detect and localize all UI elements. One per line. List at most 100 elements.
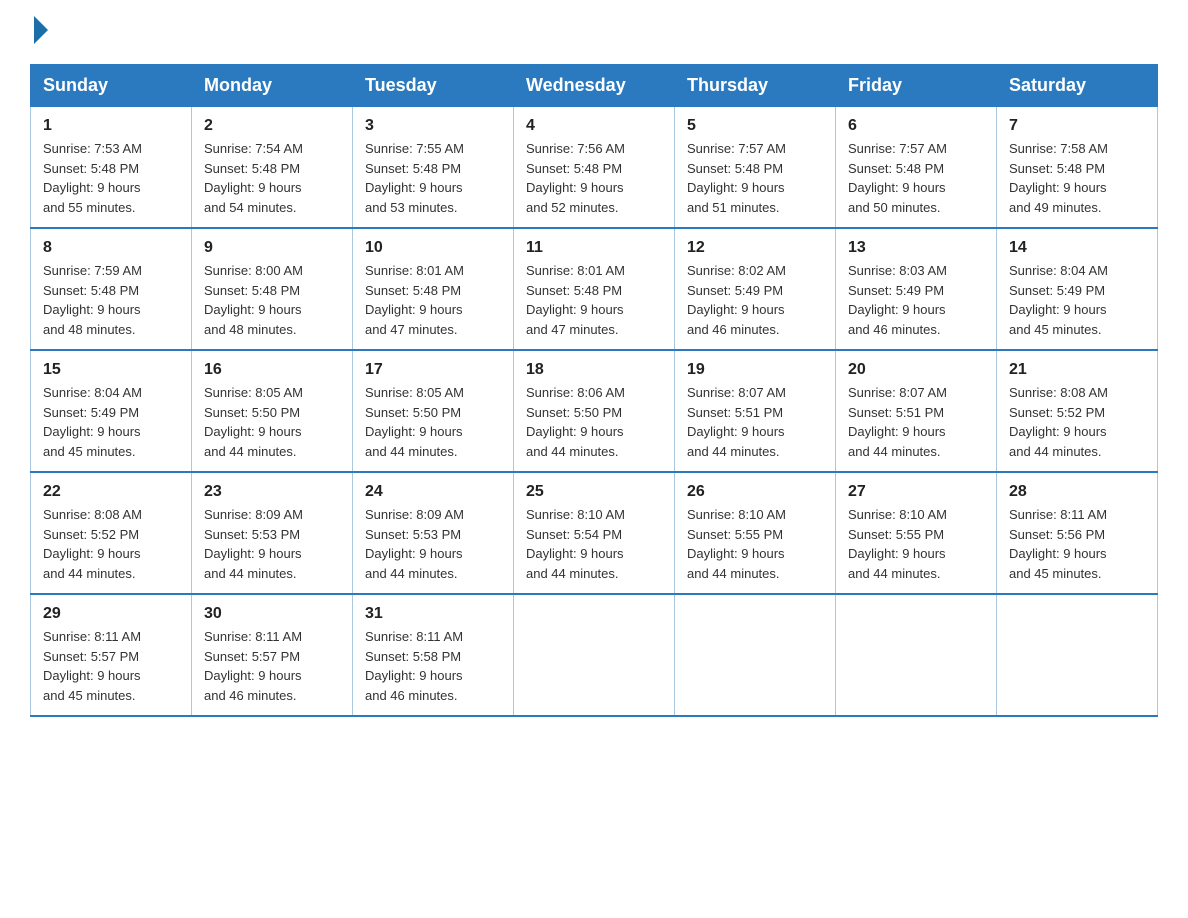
day-number: 1 [43,117,179,135]
calendar-cell: 21 Sunrise: 8:08 AMSunset: 5:52 PMDayligh… [997,350,1158,472]
calendar-cell: 15Sunrise: 8:04 AMSunset: 5:49 PMDayligh… [31,350,192,472]
day-number: 12 [687,239,823,257]
day-number: 5 [687,117,823,135]
week-row-3: 15Sunrise: 8:04 AMSunset: 5:49 PMDayligh… [31,350,1158,472]
calendar-cell: 23 Sunrise: 8:09 AMSunset: 5:53 PMDayligh… [192,472,353,594]
calendar-header: SundayMondayTuesdayWednesdayThursdayFrid… [31,65,1158,107]
calendar-cell: 28 Sunrise: 8:11 AMSunset: 5:56 PMDayligh… [997,472,1158,594]
calendar-cell: 31 Sunrise: 8:11 AMSunset: 5:58 PMDayligh… [353,594,514,716]
calendar-cell: 12 Sunrise: 8:02 AMSunset: 5:49 PMDayligh… [675,228,836,350]
day-number: 7 [1009,117,1145,135]
calendar-cell: 29Sunrise: 8:11 AMSunset: 5:57 PMDayligh… [31,594,192,716]
calendar-cell: 8 Sunrise: 7:59 AMSunset: 5:48 PMDaylight… [31,228,192,350]
day-number: 13 [848,239,984,257]
day-number: 16 [204,361,340,379]
header-friday: Friday [836,65,997,107]
day-number: 9 [204,239,340,257]
day-info: Sunrise: 8:00 AMSunset: 5:48 PMDaylight:… [204,261,340,339]
header-saturday: Saturday [997,65,1158,107]
calendar-cell [836,594,997,716]
day-info: Sunrise: 8:07 AMSunset: 5:51 PMDaylight:… [687,383,823,461]
day-info: Sunrise: 7:56 AMSunset: 5:48 PMDaylight:… [526,139,662,217]
day-number: 23 [204,483,340,501]
calendar-cell: 2 Sunrise: 7:54 AMSunset: 5:48 PMDaylight… [192,107,353,229]
day-info: Sunrise: 8:08 AMSunset: 5:52 PMDaylight:… [43,505,179,583]
day-info: Sunrise: 8:08 AMSunset: 5:52 PMDaylight:… [1009,383,1145,461]
day-info: Sunrise: 8:02 AMSunset: 5:49 PMDaylight:… [687,261,823,339]
calendar-cell: 25 Sunrise: 8:10 AMSunset: 5:54 PMDayligh… [514,472,675,594]
week-row-5: 29Sunrise: 8:11 AMSunset: 5:57 PMDayligh… [31,594,1158,716]
day-info: Sunrise: 8:11 AMSunset: 5:58 PMDaylight:… [365,627,501,705]
calendar-cell [675,594,836,716]
day-number: 20 [848,361,984,379]
calendar-cell: 30 Sunrise: 8:11 AMSunset: 5:57 PMDayligh… [192,594,353,716]
calendar-cell: 22 Sunrise: 8:08 AMSunset: 5:52 PMDayligh… [31,472,192,594]
day-info: Sunrise: 7:54 AMSunset: 5:48 PMDaylight:… [204,139,340,217]
calendar-cell: 18 Sunrise: 8:06 AMSunset: 5:50 PMDayligh… [514,350,675,472]
day-number: 27 [848,483,984,501]
day-number: 30 [204,605,340,623]
day-info: Sunrise: 8:06 AMSunset: 5:50 PMDaylight:… [526,383,662,461]
day-number: 21 [1009,361,1145,379]
day-info: Sunrise: 8:10 AMSunset: 5:54 PMDaylight:… [526,505,662,583]
calendar-cell: 24Sunrise: 8:09 AMSunset: 5:53 PMDayligh… [353,472,514,594]
day-number: 25 [526,483,662,501]
calendar-cell: 3 Sunrise: 7:55 AMSunset: 5:48 PMDaylight… [353,107,514,229]
day-info: Sunrise: 8:04 AMSunset: 5:49 PMDaylight:… [43,383,179,461]
day-info: Sunrise: 7:59 AMSunset: 5:48 PMDaylight:… [43,261,179,339]
header-row: SundayMondayTuesdayWednesdayThursdayFrid… [31,65,1158,107]
day-number: 18 [526,361,662,379]
header-wednesday: Wednesday [514,65,675,107]
day-info: Sunrise: 8:09 AMSunset: 5:53 PMDaylight:… [204,505,340,583]
day-number: 8 [43,239,179,257]
week-row-2: 8 Sunrise: 7:59 AMSunset: 5:48 PMDaylight… [31,228,1158,350]
calendar-cell: 4Sunrise: 7:56 AMSunset: 5:48 PMDaylight… [514,107,675,229]
day-number: 10 [365,239,501,257]
calendar-cell [514,594,675,716]
day-info: Sunrise: 8:04 AMSunset: 5:49 PMDaylight:… [1009,261,1145,339]
calendar-cell: 6 Sunrise: 7:57 AMSunset: 5:48 PMDaylight… [836,107,997,229]
day-number: 11 [526,239,662,257]
day-info: Sunrise: 8:07 AMSunset: 5:51 PMDaylight:… [848,383,984,461]
day-info: Sunrise: 7:58 AMSunset: 5:48 PMDaylight:… [1009,139,1145,217]
day-info: Sunrise: 8:05 AMSunset: 5:50 PMDaylight:… [365,383,501,461]
day-info: Sunrise: 8:11 AMSunset: 5:57 PMDaylight:… [204,627,340,705]
day-info: Sunrise: 8:01 AMSunset: 5:48 PMDaylight:… [526,261,662,339]
day-number: 2 [204,117,340,135]
day-info: Sunrise: 8:11 AMSunset: 5:57 PMDaylight:… [43,627,179,705]
day-number: 22 [43,483,179,501]
day-info: Sunrise: 8:03 AMSunset: 5:49 PMDaylight:… [848,261,984,339]
day-number: 19 [687,361,823,379]
calendar-cell: 26 Sunrise: 8:10 AMSunset: 5:55 PMDayligh… [675,472,836,594]
calendar-cell: 14 Sunrise: 8:04 AMSunset: 5:49 PMDayligh… [997,228,1158,350]
day-info: Sunrise: 8:10 AMSunset: 5:55 PMDaylight:… [687,505,823,583]
header-thursday: Thursday [675,65,836,107]
calendar-cell: 16Sunrise: 8:05 AMSunset: 5:50 PMDayligh… [192,350,353,472]
calendar-cell: 5Sunrise: 7:57 AMSunset: 5:48 PMDaylight… [675,107,836,229]
day-number: 31 [365,605,501,623]
day-info: Sunrise: 8:11 AMSunset: 5:56 PMDaylight:… [1009,505,1145,583]
calendar-cell: 20 Sunrise: 8:07 AMSunset: 5:51 PMDayligh… [836,350,997,472]
calendar-cell: 13 Sunrise: 8:03 AMSunset: 5:49 PMDayligh… [836,228,997,350]
calendar-cell: 11 Sunrise: 8:01 AMSunset: 5:48 PMDayligh… [514,228,675,350]
calendar-cell: 17Sunrise: 8:05 AMSunset: 5:50 PMDayligh… [353,350,514,472]
day-info: Sunrise: 7:55 AMSunset: 5:48 PMDaylight:… [365,139,501,217]
calendar-table: SundayMondayTuesdayWednesdayThursdayFrid… [30,64,1158,717]
day-number: 6 [848,117,984,135]
day-info: Sunrise: 8:01 AMSunset: 5:48 PMDaylight:… [365,261,501,339]
day-info: Sunrise: 7:57 AMSunset: 5:48 PMDaylight:… [848,139,984,217]
day-number: 3 [365,117,501,135]
calendar-cell: 19 Sunrise: 8:07 AMSunset: 5:51 PMDayligh… [675,350,836,472]
calendar-cell: 27Sunrise: 8:10 AMSunset: 5:55 PMDayligh… [836,472,997,594]
logo [30,20,48,44]
calendar-cell: 10 Sunrise: 8:01 AMSunset: 5:48 PMDayligh… [353,228,514,350]
calendar-cell [997,594,1158,716]
calendar-cell: 7 Sunrise: 7:58 AMSunset: 5:48 PMDaylight… [997,107,1158,229]
calendar-body: 1Sunrise: 7:53 AMSunset: 5:48 PMDaylight… [31,107,1158,717]
day-number: 28 [1009,483,1145,501]
day-number: 14 [1009,239,1145,257]
header-sunday: Sunday [31,65,192,107]
week-row-1: 1Sunrise: 7:53 AMSunset: 5:48 PMDaylight… [31,107,1158,229]
day-number: 26 [687,483,823,501]
day-number: 24 [365,483,501,501]
